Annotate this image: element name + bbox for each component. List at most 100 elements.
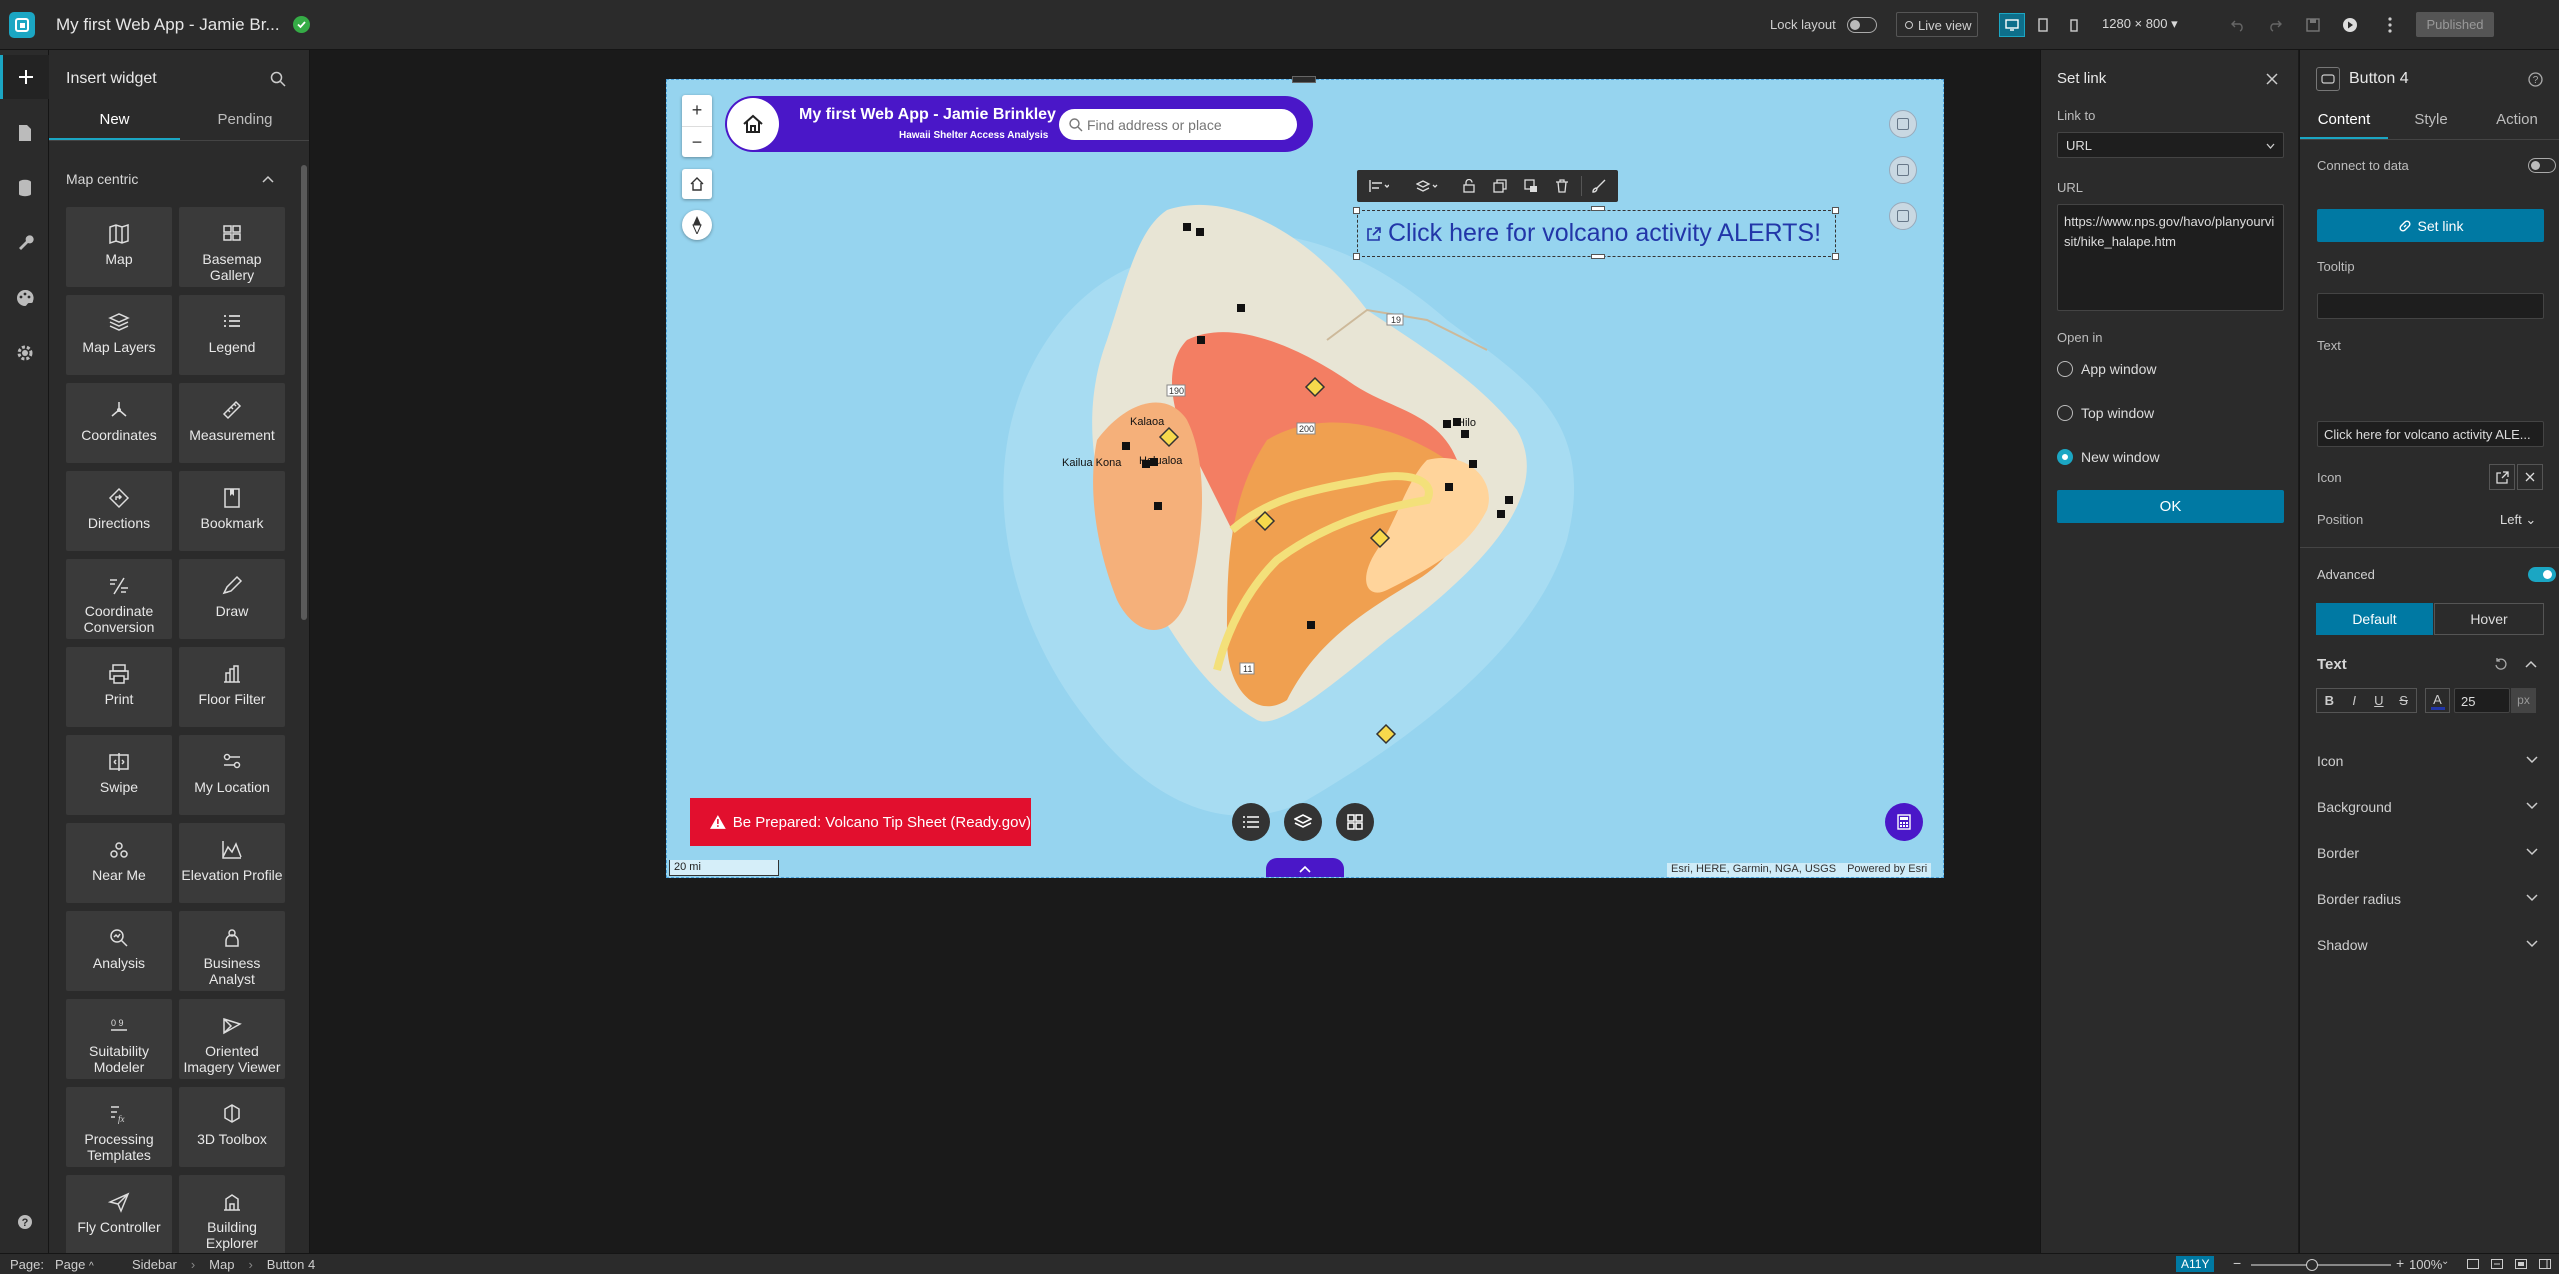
published-button[interactable]: Published [2416, 12, 2494, 37]
map-search-box[interactable] [1059, 109, 1297, 140]
save-icon[interactable] [2300, 13, 2326, 37]
widget-placeholder-icon[interactable] [1889, 156, 1917, 184]
basemap-grid-icon[interactable] [1336, 803, 1374, 841]
widget-tile-measurement[interactable]: Measurement [179, 383, 285, 463]
home-extent-icon[interactable] [682, 169, 712, 199]
state-tab-default[interactable]: Default [2316, 603, 2433, 635]
breadcrumb-item[interactable]: Map [209, 1257, 234, 1272]
experience-builder-logo-icon[interactable] [9, 12, 35, 38]
widget-tile-bookmark[interactable]: Bookmark [179, 471, 285, 551]
breadcrumb-item[interactable]: Sidebar [132, 1257, 177, 1272]
zoom-out-icon[interactable]: − [682, 126, 712, 157]
widget-tile-near-me[interactable]: Near Me [66, 823, 172, 903]
position-select[interactable]: Left ⌄ [2500, 512, 2536, 528]
help-icon[interactable]: ? [2526, 70, 2544, 88]
more-options-icon[interactable] [2377, 13, 2403, 37]
advanced-toggle[interactable] [2528, 567, 2556, 582]
state-tab-hover[interactable]: Hover [2434, 603, 2544, 635]
style-brush-icon[interactable] [1589, 176, 1609, 196]
widget-tile-map-layers[interactable]: Map Layers [66, 295, 172, 375]
font-size-input[interactable]: 25 [2454, 688, 2510, 713]
widget-tile-processing-templates[interactable]: fx Processing Templates [66, 1087, 172, 1167]
align-icon[interactable] [1363, 176, 1395, 196]
search-icon[interactable] [269, 70, 287, 88]
widget-tile-print[interactable]: Print [66, 647, 172, 727]
widget-tile-elevation-profile[interactable]: Elevation Profile [179, 823, 285, 903]
widget-placeholder-icon[interactable] [1889, 202, 1917, 230]
phone-view-icon[interactable] [2061, 13, 2087, 37]
lock-icon[interactable] [1459, 176, 1479, 196]
help-icon[interactable]: ? [0, 1200, 49, 1244]
panel-scrollbar[interactable] [301, 165, 307, 620]
tab-new[interactable]: New [49, 111, 180, 128]
widget-tile-basemap-gallery[interactable]: Basemap Gallery [179, 207, 285, 287]
layers-icon[interactable] [1284, 803, 1322, 841]
radio-option-new-window[interactable]: New window [2057, 447, 2160, 467]
map-drag-handle[interactable] [1292, 76, 1316, 83]
zoom-slider-handle[interactable] [2306, 1259, 2318, 1271]
map-search-input[interactable] [1087, 114, 1287, 135]
section-border[interactable]: Border [2300, 842, 2559, 866]
volcano-alerts-button[interactable]: Click here for volcano activity ALERTS! [1357, 210, 1836, 257]
bold-icon[interactable]: B [2317, 689, 2342, 712]
map-widget[interactable]: Kalaoa Kailua Kona Holualoa Hilo 19 190 … [666, 79, 1944, 878]
section-icon[interactable]: Icon [2300, 750, 2559, 774]
set-link-button[interactable]: Set link [2317, 209, 2544, 242]
font-color-icon[interactable]: A [2425, 688, 2450, 713]
section-background[interactable]: Background [2300, 796, 2559, 820]
widget-tile-oriented-imagery-viewer[interactable]: Oriented Imagery Viewer [179, 999, 285, 1079]
data-nav-icon[interactable] [0, 166, 49, 210]
widget-tile-directions[interactable]: Directions [66, 471, 172, 551]
selection-handle[interactable] [1591, 254, 1605, 259]
copy-icon[interactable] [1521, 176, 1541, 196]
app-title[interactable]: My first Web App - Jamie Br... [56, 15, 280, 35]
font-size-unit[interactable]: px [2511, 688, 2536, 713]
page-nav-icon[interactable] [0, 111, 49, 155]
widget-tile-building-explorer[interactable]: Building Explorer [179, 1175, 285, 1253]
fit-width-icon[interactable] [2466, 1257, 2480, 1271]
widget-tile-fly-controller[interactable]: Fly Controller [66, 1175, 172, 1253]
tooltip-input[interactable] [2317, 293, 2544, 319]
tab-action[interactable]: Action [2474, 111, 2559, 128]
radio-button[interactable] [2057, 361, 2073, 377]
zoom-dropdown-icon[interactable]: ⌄ [2441, 1256, 2449, 1267]
connect-to-data-toggle[interactable] [2528, 158, 2556, 173]
widget-tile-map[interactable]: Map [66, 207, 172, 287]
duplicate-icon[interactable] [1490, 176, 1510, 196]
widget-tile-draw[interactable]: Draw [179, 559, 285, 639]
ok-button[interactable]: OK [2057, 490, 2284, 523]
widget-tile-suitability-modeler[interactable]: 0 9 Suitability Modeler [66, 999, 172, 1079]
reset-icon[interactable] [2492, 655, 2510, 673]
widget-tile-swipe[interactable]: Swipe [66, 735, 172, 815]
fit-page-icon[interactable] [2514, 1257, 2528, 1271]
a11y-badge[interactable]: A11Y [2176, 1256, 2215, 1272]
widget-tile-floor-filter[interactable]: Floor Filter [179, 647, 285, 727]
remove-icon[interactable] [2517, 464, 2543, 490]
widget-settings-nav-icon[interactable] [0, 220, 49, 264]
insert-widget-nav-icon[interactable] [0, 55, 49, 99]
tab-style[interactable]: Style [2388, 111, 2474, 128]
radio-button[interactable] [2057, 449, 2073, 465]
app-settings-gear-icon[interactable] [0, 331, 49, 375]
page-selector[interactable]: Page ^ [55, 1257, 94, 1272]
powered-by-text[interactable]: Powered by Esri [1847, 863, 1927, 875]
selection-handle[interactable] [1353, 207, 1360, 214]
resolution-dropdown[interactable]: 1280 × 800 ▾ [2102, 16, 2178, 32]
section-shadow[interactable]: Shadow [2300, 934, 2559, 958]
volcano-tip-sheet-button[interactable]: Be Prepared: Volcano Tip Sheet (Ready.go… [690, 798, 1031, 846]
toggle-panel-icon[interactable] [2538, 1257, 2552, 1271]
delete-icon[interactable] [1552, 176, 1572, 196]
strikethrough-icon[interactable]: S [2391, 689, 2416, 712]
widget-name[interactable]: Button 4 [2349, 70, 2409, 88]
tab-pending[interactable]: Pending [180, 111, 309, 128]
link-to-select[interactable]: URL [2057, 132, 2284, 158]
layer-order-icon[interactable] [1411, 176, 1443, 196]
radio-option-top-window[interactable]: Top window [2057, 403, 2154, 423]
widget-tile-legend[interactable]: Legend [179, 295, 285, 375]
compass-icon[interactable] [682, 210, 712, 240]
list-icon[interactable] [1232, 803, 1270, 841]
desktop-view-icon[interactable] [1999, 13, 2025, 37]
tab-content[interactable]: Content [2300, 111, 2388, 128]
tablet-view-icon[interactable] [2030, 13, 2056, 37]
selection-handle[interactable] [1591, 206, 1605, 211]
